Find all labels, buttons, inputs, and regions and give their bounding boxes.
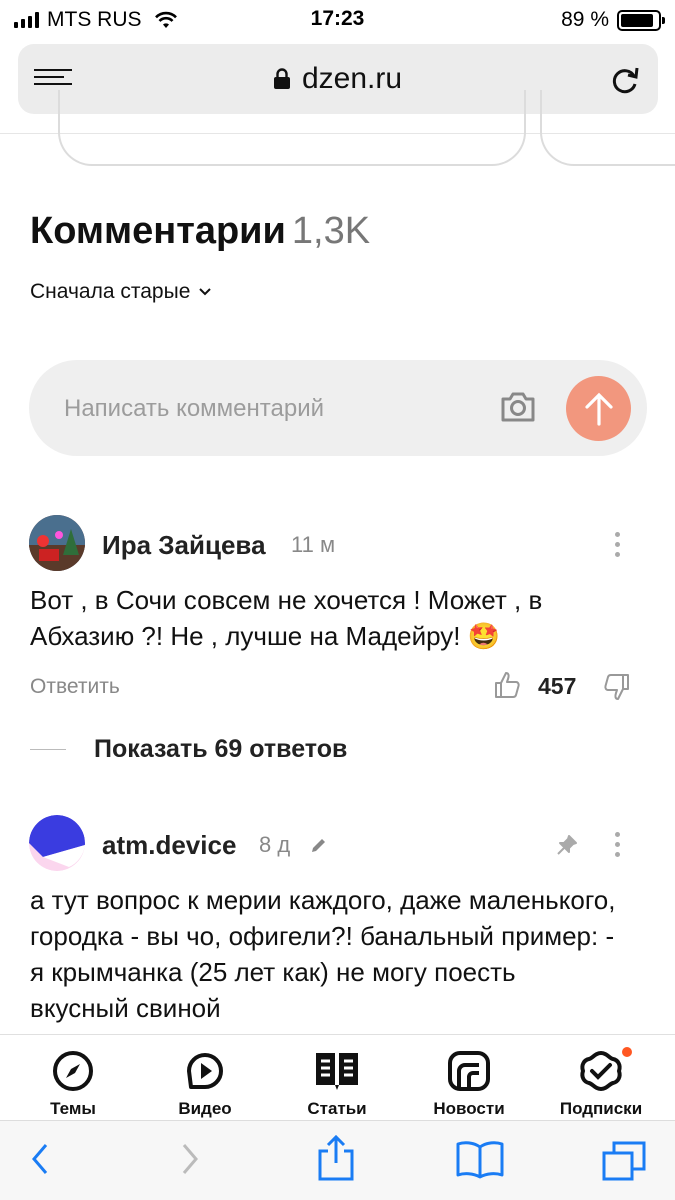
comments-title-text: Комментарии xyxy=(30,210,286,252)
bookmarks-icon[interactable] xyxy=(455,1139,505,1179)
back-icon[interactable] xyxy=(28,1139,52,1179)
sort-dropdown[interactable]: Сначала старые xyxy=(30,280,212,304)
pin-icon xyxy=(557,835,577,855)
article-card-partial[interactable] xyxy=(540,90,675,166)
article-card[interactable] xyxy=(58,90,526,166)
arrow-up-icon xyxy=(585,392,613,426)
more-options-icon[interactable] xyxy=(615,832,621,862)
comments-title: Комментарии 1,3K xyxy=(30,210,370,253)
notification-dot xyxy=(620,1045,634,1059)
nav-item-themes[interactable]: Темы xyxy=(18,1049,128,1119)
battery-icon xyxy=(617,9,665,31)
status-right: 89 % xyxy=(561,8,665,32)
nav-item-news[interactable]: Новости xyxy=(414,1049,524,1119)
camera-icon[interactable] xyxy=(499,390,537,424)
safari-toolbar xyxy=(0,1120,675,1200)
nav-label: Подписки xyxy=(559,1099,643,1118)
replies-divider xyxy=(30,749,66,750)
nav-label: Видео xyxy=(178,1099,232,1118)
show-replies-button[interactable]: Показать 69 ответов xyxy=(30,735,347,764)
tabs-icon[interactable] xyxy=(600,1139,648,1183)
chevron-down-icon xyxy=(199,288,212,296)
reply-button[interactable]: Ответить xyxy=(30,675,120,699)
compass-icon xyxy=(53,1051,93,1091)
lock-icon xyxy=(273,68,290,89)
forward-icon[interactable] xyxy=(178,1139,202,1179)
comment-author[interactable]: Ира Зайцева xyxy=(102,530,266,561)
subscriptions-icon xyxy=(580,1050,622,1092)
nav-label: Статьи xyxy=(307,1099,367,1118)
nav-label: Темы xyxy=(50,1099,96,1118)
pencil-icon xyxy=(312,839,325,852)
comment-input[interactable]: Написать комментарий xyxy=(29,360,647,456)
avatar[interactable] xyxy=(29,815,85,871)
comment-text: Вот , в Сочи совсем не хочется ! Может ,… xyxy=(30,585,543,651)
comment-input-placeholder: Написать комментарий xyxy=(64,395,325,422)
status-bar: MTS RUS 17:23 89 % xyxy=(0,0,675,38)
news-icon xyxy=(448,1051,490,1091)
share-icon[interactable] xyxy=(316,1133,356,1183)
nav-label: Новости xyxy=(433,1099,505,1118)
nav-item-articles[interactable]: Статьи xyxy=(282,1049,392,1119)
battery-label: 89 % xyxy=(561,8,609,31)
like-icon[interactable] xyxy=(493,671,521,699)
bottom-nav: Темы Видео Статьи Новости Подписки xyxy=(0,1034,675,1120)
comment-time: 8 д xyxy=(259,832,291,857)
send-button[interactable] xyxy=(566,376,631,441)
avatar-photo xyxy=(29,515,85,571)
avatar[interactable] xyxy=(29,515,85,571)
articles-icon xyxy=(316,1053,358,1090)
comments-count: 1,3K xyxy=(291,210,371,252)
video-icon xyxy=(187,1053,223,1089)
more-options-icon[interactable] xyxy=(615,532,621,562)
sort-label: Сначала старые xyxy=(30,280,191,303)
like-count: 457 xyxy=(538,673,577,699)
nav-item-video[interactable]: Видео xyxy=(150,1049,260,1119)
comment-author[interactable]: atm.device xyxy=(102,830,236,861)
comment-time: 11 м xyxy=(291,532,336,557)
avatar-logo xyxy=(29,815,85,871)
nav-item-subscriptions[interactable]: Подписки xyxy=(546,1045,656,1119)
show-replies-label: Показать 69 ответов xyxy=(94,735,348,763)
dislike-icon[interactable] xyxy=(603,673,631,701)
comment-text: а тут вопрос к мерии каждого, даже мален… xyxy=(30,885,616,1023)
